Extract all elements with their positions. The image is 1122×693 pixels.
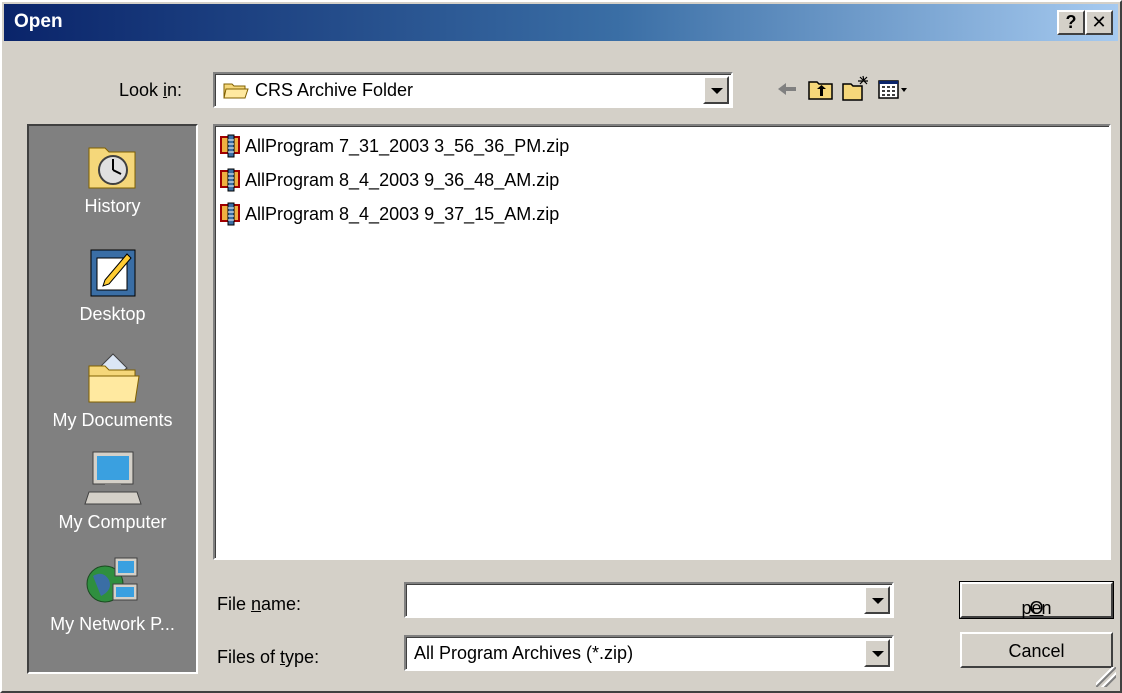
title-bar[interactable]: Open ? ✕	[4, 4, 1118, 41]
back-arrow-icon[interactable]	[772, 74, 802, 104]
folder-icon	[223, 83, 249, 99]
file-list[interactable]: AllProgram 7_31_2003 3_56_36_PM.zip AllP…	[213, 124, 1111, 560]
file-name: AllProgram 8_4_2003 9_36_48_AM.zip	[245, 169, 560, 190]
file-item[interactable]: AllProgram 7_31_2003 3_56_36_PM.zip	[219, 132, 569, 160]
place-label: My Network P...	[50, 614, 175, 634]
file-type-dropdown-button[interactable]	[864, 639, 890, 667]
file-type-value: All Program Archives (*.zip)	[414, 643, 634, 663]
look-in-value: CRS Archive Folder	[255, 80, 414, 100]
window-title: Open	[14, 11, 63, 32]
look-in-label: Look in:	[119, 80, 183, 100]
zip-archive-icon	[220, 168, 240, 192]
resize-grip[interactable]	[1096, 667, 1116, 687]
view-menu-icon[interactable]	[876, 74, 910, 104]
look-in-dropdown-button[interactable]	[703, 76, 729, 104]
desktop-icon	[90, 249, 135, 297]
file-item[interactable]: AllProgram 8_4_2003 9_37_15_AM.zip	[219, 200, 559, 228]
place-label: Desktop	[79, 304, 146, 324]
place-label: My Computer	[58, 512, 167, 532]
zip-archive-icon	[220, 202, 240, 226]
place-desktop[interactable]: Desktop	[29, 244, 196, 325]
cancel-button[interactable]: Cancel	[960, 632, 1113, 668]
place-my-documents[interactable]: My Documents	[29, 350, 196, 431]
up-folder-icon[interactable]	[806, 74, 836, 104]
cancel-button-label: Cancel	[1008, 641, 1065, 661]
close-button[interactable]: ✕	[1085, 10, 1113, 35]
my-documents-folder-icon	[88, 353, 140, 403]
file-name-dropdown-button[interactable]	[864, 586, 890, 614]
place-my-network[interactable]: My Network P...	[29, 554, 196, 635]
open-dialog: Open ? ✕ Look in: CRS Archive Folder His…	[0, 0, 1122, 693]
file-name-input[interactable]	[404, 582, 894, 618]
place-history[interactable]: History	[29, 136, 196, 217]
place-my-computer[interactable]: My Computer	[29, 448, 196, 533]
file-name: AllProgram 7_31_2003 3_56_36_PM.zip	[245, 135, 570, 156]
help-button[interactable]: ?	[1057, 10, 1085, 35]
history-clock-icon	[88, 147, 135, 189]
help-icon: ?	[1065, 12, 1077, 32]
file-name: AllProgram 8_4_2003 9_37_15_AM.zip	[245, 203, 560, 224]
place-label: History	[84, 196, 141, 216]
network-places-icon	[86, 557, 137, 603]
look-in-dropdown[interactable]: CRS Archive Folder	[213, 72, 733, 108]
zip-archive-icon	[220, 134, 240, 158]
open-button[interactable]: Open	[959, 581, 1114, 619]
file-type-label: Files of type:	[217, 647, 320, 667]
my-computer-icon	[83, 451, 142, 505]
file-type-dropdown[interactable]: All Program Archives (*.zip)	[404, 635, 894, 671]
place-label: My Documents	[52, 410, 173, 430]
file-name-label: File name:	[217, 594, 302, 614]
close-icon: ✕	[1091, 12, 1107, 32]
places-bar: History Desktop My Documents My Computer…	[27, 124, 198, 674]
file-item[interactable]: AllProgram 8_4_2003 9_36_48_AM.zip	[219, 166, 559, 194]
new-folder-icon[interactable]	[840, 74, 870, 104]
